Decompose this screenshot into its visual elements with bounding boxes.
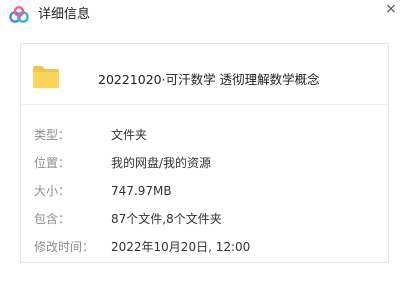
- baidu-netdisk-logo-icon: [9, 6, 29, 23]
- file-name[interactable]: 20221020·可汗数学 透彻理解数学概念: [98, 72, 320, 88]
- detail-label: 大小：: [34, 184, 71, 198]
- detail-row-contains: 包含： 87个文件,8个文件夹: [21, 210, 388, 228]
- detail-value[interactable]: 我的网盘/我的资源: [111, 154, 211, 172]
- detail-row-type: 类型： 文件夹: [21, 126, 388, 144]
- detail-value: 747.97MB: [111, 184, 172, 198]
- detail-row-size: 大小： 747.97MB: [21, 182, 388, 200]
- detail-label: 修改时间：: [34, 240, 95, 254]
- window-title: 详细信息: [38, 7, 91, 22]
- detail-row-location: 位置： 我的网盘/我的资源: [21, 154, 388, 172]
- title-bar: 详细信息 ×: [0, 0, 409, 30]
- folder-icon: [33, 66, 59, 88]
- detail-row-modified: 修改时间： 2022年10月20日, 12:00: [21, 238, 388, 256]
- details-card: 20221020·可汗数学 透彻理解数学概念 类型： 文件夹 位置： 我的网盘/…: [20, 43, 389, 263]
- detail-value: 2022年10月20日, 12:00: [111, 240, 251, 254]
- detail-label: 位置：: [34, 156, 71, 170]
- detail-value: 87个文件,8个文件夹: [111, 212, 222, 226]
- close-icon[interactable]: ×: [380, 0, 402, 22]
- file-header: 20221020·可汗数学 透彻理解数学概念: [21, 44, 388, 105]
- detail-label: 类型：: [34, 128, 71, 142]
- detail-value: 文件夹: [111, 128, 148, 142]
- detail-label: 包含：: [34, 212, 71, 226]
